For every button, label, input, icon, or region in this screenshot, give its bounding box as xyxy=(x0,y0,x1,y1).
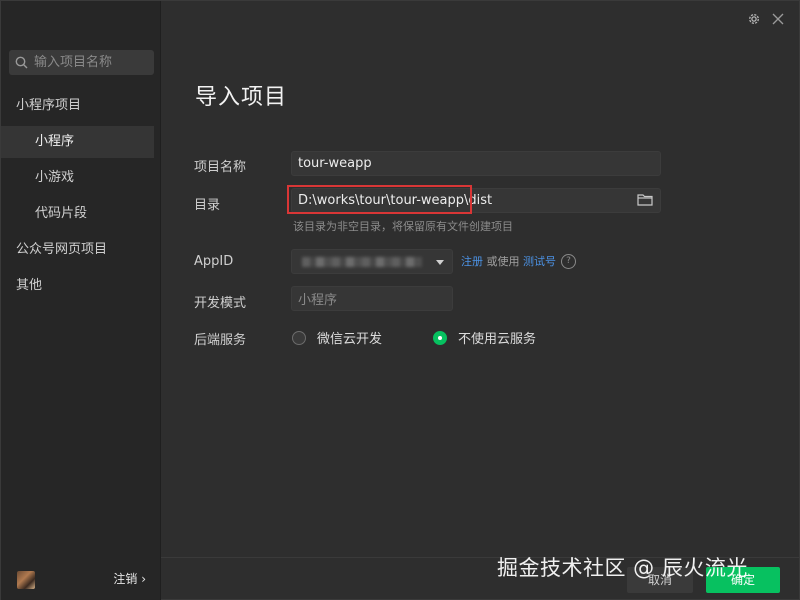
appid-value-blurred xyxy=(302,257,422,267)
project-name-input[interactable] xyxy=(291,151,661,176)
project-name-label: 项目名称 xyxy=(194,160,247,175)
appid-select[interactable] xyxy=(291,249,453,274)
directory-input[interactable] xyxy=(291,188,661,213)
appid-links: 注册 或使用 测试号 ? xyxy=(461,253,576,269)
confirm-button[interactable]: 确定 xyxy=(706,567,780,593)
radio-label-wechat-cloud: 微信云开发 xyxy=(317,332,383,347)
sidebar-footer: 注销 › xyxy=(1,557,161,600)
register-link[interactable]: 注册 xyxy=(461,253,483,269)
radio-wechat-cloud[interactable]: 微信云开发 xyxy=(292,328,382,347)
footer-divider xyxy=(161,557,800,558)
sidebar: 小程序项目 小程序 小游戏 代码片段 公众号网页项目 其他 注销 › xyxy=(1,1,161,600)
search-input[interactable] xyxy=(32,54,154,71)
directory-hint: 该目录为非空目录，将保留原有文件创建项目 xyxy=(293,220,513,233)
sidebar-item-code-snippet[interactable]: 代码片段 xyxy=(1,198,154,230)
appid-label: AppID xyxy=(194,254,234,269)
radio-unchecked-icon xyxy=(292,330,306,345)
sidebar-item-other[interactable]: 其他 xyxy=(1,270,154,302)
help-icon[interactable]: ? xyxy=(561,253,576,269)
directory-label: 目录 xyxy=(194,198,221,213)
radio-label-no-cloud: 不使用云服务 xyxy=(458,332,537,347)
logout-button[interactable]: 注销 › xyxy=(113,570,146,587)
radio-checked-icon xyxy=(433,330,447,345)
import-project-window: 小程序项目 小程序 小游戏 代码片段 公众号网页项目 其他 注销 › 导入项目 xyxy=(0,0,800,600)
search-icon xyxy=(15,56,28,69)
dev-mode-field xyxy=(291,286,453,311)
sidebar-item-minigame[interactable]: 小游戏 xyxy=(1,162,154,194)
cancel-button[interactable]: 取消 xyxy=(627,567,693,593)
folder-icon[interactable] xyxy=(637,191,653,210)
or-use-text: 或使用 xyxy=(483,255,523,268)
sidebar-item-miniprogram-project[interactable]: 小程序项目 xyxy=(1,90,154,122)
page-title: 导入项目 xyxy=(195,85,288,110)
backend-label: 后端服务 xyxy=(194,333,247,348)
sidebar-item-miniprogram[interactable]: 小程序 xyxy=(1,126,154,158)
main-panel: 导入项目 项目名称 目录 该目录为非空目录，将保留原有文件创建项目 AppID … xyxy=(161,1,800,600)
avatar[interactable] xyxy=(17,571,35,589)
radio-no-cloud[interactable]: 不使用云服务 xyxy=(433,328,536,347)
chevron-down-icon xyxy=(436,260,444,265)
sidebar-item-official-account-web[interactable]: 公众号网页项目 xyxy=(1,234,154,266)
test-account-link[interactable]: 测试号 xyxy=(523,253,556,269)
dev-mode-label: 开发模式 xyxy=(194,296,247,311)
search-box[interactable] xyxy=(9,50,154,75)
